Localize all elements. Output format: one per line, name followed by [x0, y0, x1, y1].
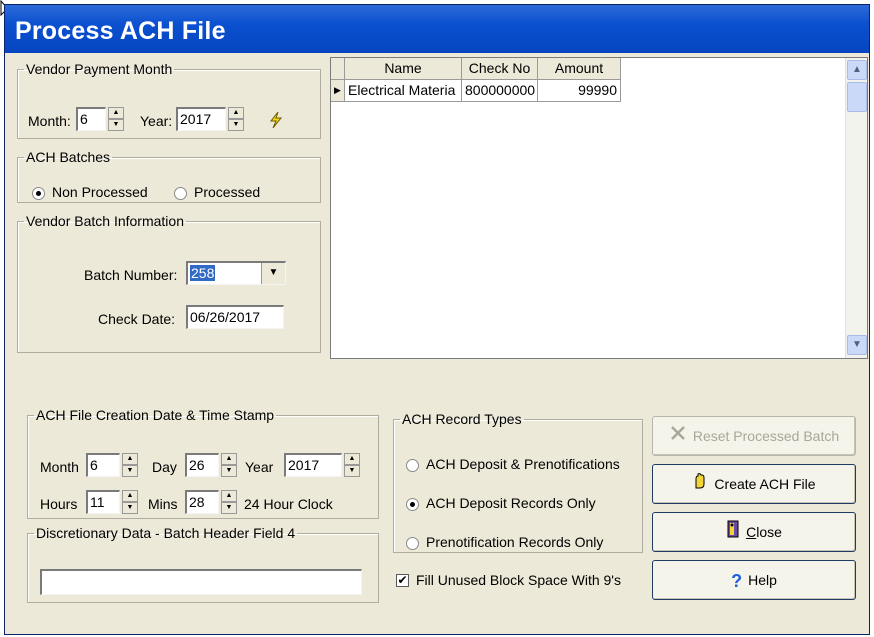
- prenote-only-label[interactable]: Prenotification Records Only: [426, 534, 603, 550]
- payments-grid[interactable]: Name Check No Amount ▶ Electrical Materi…: [330, 57, 868, 359]
- scroll-up-icon[interactable]: ▲: [847, 60, 867, 80]
- vendor-batch-info-group: Vendor Batch Information Batch Number: 2…: [17, 213, 321, 353]
- prenote-only-radio[interactable]: [406, 537, 419, 550]
- non-processed-radio[interactable]: [32, 187, 45, 200]
- month-label: Month:: [28, 113, 71, 129]
- chevron-down-icon[interactable]: ▼: [261, 263, 285, 284]
- ach-file-creation-group: ACH File Creation Date & Time Stamp Mont…: [27, 407, 379, 519]
- non-processed-label[interactable]: Non Processed: [52, 184, 148, 200]
- reset-button-label: Reset Processed Batch: [692, 428, 840, 444]
- batch-number-label: Batch Number:: [84, 267, 178, 283]
- discretionary-data-legend: Discretionary Data - Batch Header Field …: [36, 525, 296, 541]
- ach-record-types-legend: ACH Record Types: [402, 411, 522, 427]
- deposit-and-prenote-radio[interactable]: [406, 459, 419, 472]
- window-title: Process ACH File: [15, 17, 226, 45]
- grid-vertical-scrollbar[interactable]: ▲ ▼: [845, 58, 867, 358]
- process-ach-file-window: Process ACH File Vendor Payment Month Mo…: [4, 4, 870, 635]
- ach-file-creation-legend: ACH File Creation Date & Time Stamp: [36, 407, 275, 423]
- creation-day-label: Day: [152, 459, 177, 475]
- vendor-payment-month-group: Vendor Payment Month Month: 6 ▲ ▼ Year: 2…: [17, 61, 321, 139]
- fill-unused-label[interactable]: Fill Unused Block Space With 9's: [416, 572, 621, 588]
- hand-icon: [692, 466, 708, 504]
- close-button-label: lose: [756, 524, 782, 540]
- close-hotkey: C: [746, 524, 757, 540]
- title-bar: Process ACH File: [5, 5, 869, 53]
- ach-record-types-group: ACH Record Types ACH Deposit & Prenotifi…: [393, 411, 643, 553]
- creation-hours-label: Hours: [40, 496, 78, 512]
- creation-hours-spinner[interactable]: ▲ ▼: [122, 490, 138, 514]
- column-header-check-no[interactable]: Check No: [462, 58, 538, 80]
- scroll-thumb[interactable]: [847, 82, 867, 112]
- column-header-amount[interactable]: Amount: [538, 58, 621, 80]
- payment-month-input[interactable]: 6: [76, 107, 106, 131]
- creation-month-spinner[interactable]: ▲ ▼: [122, 453, 138, 477]
- close-button[interactable]: Close: [652, 512, 856, 552]
- fill-unused-checkbox[interactable]: ✔: [396, 574, 409, 587]
- creation-day-spinner[interactable]: ▲ ▼: [221, 453, 237, 477]
- row-header-corner: [331, 58, 345, 80]
- creation-mins-input[interactable]: 28: [185, 490, 219, 514]
- cell-amount[interactable]: 99990: [538, 80, 621, 102]
- help-button[interactable]: ? Help: [652, 560, 856, 600]
- creation-year-spinner[interactable]: ▲ ▼: [344, 453, 360, 477]
- payment-year-spinner[interactable]: ▲ ▼: [228, 107, 244, 131]
- check-date-label: Check Date:: [98, 311, 176, 327]
- scroll-down-icon[interactable]: ▼: [847, 335, 867, 355]
- door-exit-icon: [726, 514, 740, 552]
- row-pointer-icon: ▶: [331, 80, 345, 102]
- creation-mins-label: Mins: [148, 496, 178, 512]
- clock-note: 24 Hour Clock: [244, 496, 333, 512]
- cell-check-no[interactable]: 800000000: [462, 80, 538, 102]
- payment-month-spinner[interactable]: ▲ ▼: [108, 107, 124, 131]
- x-icon: [669, 418, 687, 456]
- batch-number-value: 258: [190, 265, 216, 281]
- creation-month-label: Month: [40, 459, 79, 475]
- create-button-label: Create ACH File: [714, 476, 816, 492]
- batch-number-select[interactable]: 258 ▼: [186, 261, 286, 285]
- creation-mins-spinner[interactable]: ▲ ▼: [221, 490, 237, 514]
- processed-radio[interactable]: [174, 187, 187, 200]
- vendor-payment-month-legend: Vendor Payment Month: [26, 61, 173, 77]
- deposit-and-prenote-label[interactable]: ACH Deposit & Prenotifications: [426, 456, 620, 472]
- help-button-label: Help: [748, 572, 777, 588]
- creation-month-input[interactable]: 6: [86, 453, 120, 477]
- payment-year-input[interactable]: 2017: [176, 107, 226, 131]
- creation-day-input[interactable]: 26: [185, 453, 219, 477]
- create-ach-file-button[interactable]: Create ACH File: [652, 464, 856, 504]
- cell-name[interactable]: Electrical Materia: [345, 80, 462, 102]
- lightning-icon[interactable]: [268, 111, 284, 132]
- year-label: Year:: [140, 113, 173, 129]
- check-date-input[interactable]: 06/26/2017: [186, 305, 284, 329]
- reset-processed-batch-button[interactable]: Reset Processed Batch: [652, 416, 856, 456]
- creation-hours-input[interactable]: 11: [86, 490, 120, 514]
- deposit-only-radio[interactable]: [406, 498, 419, 511]
- vendor-batch-info-legend: Vendor Batch Information: [26, 213, 184, 229]
- discretionary-data-input[interactable]: [40, 569, 362, 595]
- ach-batches-legend: ACH Batches: [26, 149, 111, 165]
- column-header-name[interactable]: Name: [345, 58, 462, 80]
- processed-label[interactable]: Processed: [194, 184, 260, 200]
- question-icon: ?: [731, 571, 743, 592]
- creation-year-input[interactable]: 2017: [284, 453, 342, 477]
- creation-year-label: Year: [245, 459, 274, 475]
- deposit-only-label[interactable]: ACH Deposit Records Only: [426, 495, 596, 511]
- discretionary-data-group: Discretionary Data - Batch Header Field …: [27, 525, 379, 603]
- ach-batches-group: ACH Batches Non Processed Processed: [17, 149, 321, 203]
